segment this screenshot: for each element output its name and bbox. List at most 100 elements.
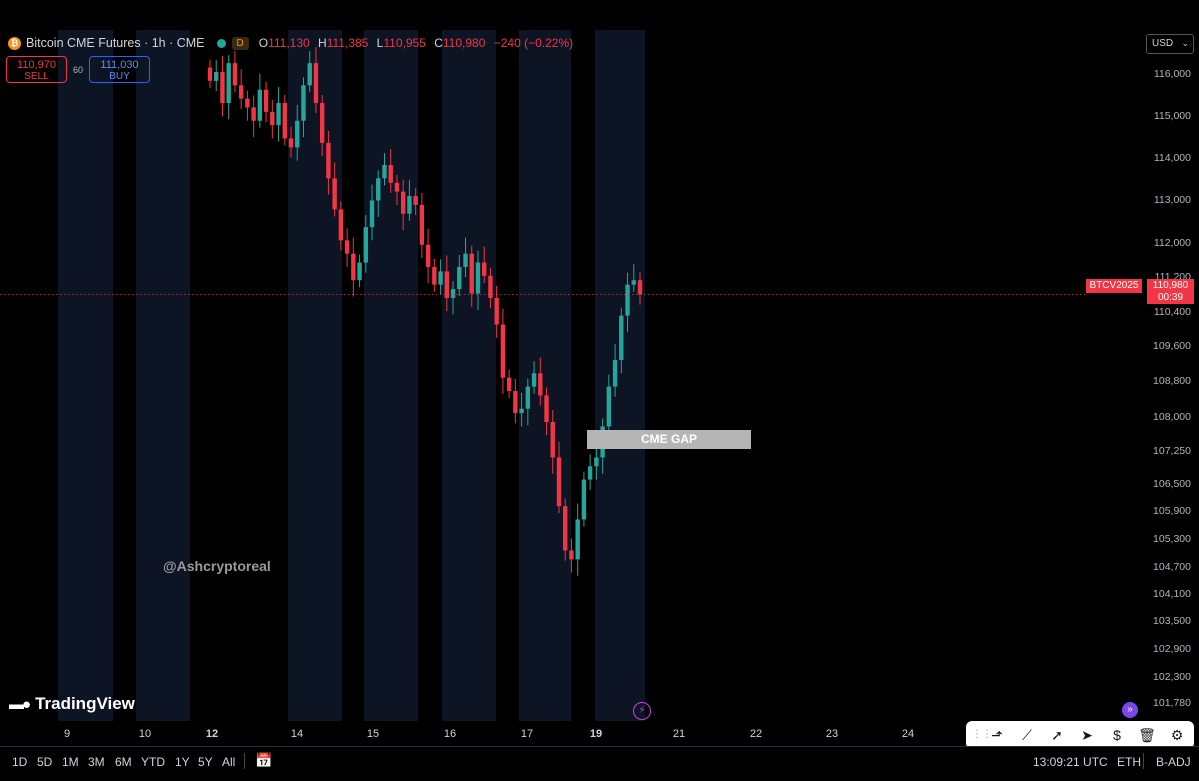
candle-body xyxy=(263,89,269,112)
range-5d[interactable]: 5D xyxy=(37,755,52,769)
x-tick-label: 17 xyxy=(521,728,533,740)
candle-body xyxy=(432,266,437,285)
y-tick-label: 106,500 xyxy=(1153,478,1191,490)
market-status-icon xyxy=(216,38,226,48)
candle-body xyxy=(400,191,406,214)
y-tick-label: 101,780 xyxy=(1153,697,1191,709)
range-6m[interactable]: 6M xyxy=(115,755,132,769)
x-tick-label: 21 xyxy=(673,728,685,740)
currency-select[interactable]: USD ⌄ xyxy=(1146,34,1194,54)
candle-body xyxy=(251,107,256,121)
candle-body xyxy=(425,244,431,267)
candle-body xyxy=(438,271,443,285)
trend-line-icon[interactable]: ⟋ xyxy=(1012,724,1042,746)
scroll-to-realtime-icon[interactable]: » xyxy=(1122,702,1138,718)
adjustment-toggle[interactable]: B-ADJ xyxy=(1156,755,1191,769)
bottom-toolbar: 1D 5D 1M 3M 6M YTD 1Y 5Y All 📅 13:09:21 … xyxy=(0,746,1199,781)
cme-gap-annotation[interactable]: CME GAP xyxy=(587,430,751,449)
candle-body xyxy=(257,89,263,121)
candle-body xyxy=(569,550,574,560)
candle-body xyxy=(369,200,375,228)
candle-body xyxy=(612,359,618,387)
session-band xyxy=(58,30,113,721)
sell-label: SELL xyxy=(24,71,49,82)
candle-body xyxy=(307,63,312,86)
candle-body xyxy=(594,457,599,467)
utc-clock[interactable]: 13:09:21 UTC xyxy=(1033,755,1108,769)
ohlc-values: O111,130 H111,385 L110,955 C110,980 −240… xyxy=(259,36,578,50)
price-chart[interactable]: 116,000115,000114,000113,000112,000111,2… xyxy=(0,0,1199,746)
tradingview-logo[interactable]: ▬● TradingView xyxy=(9,694,135,714)
candle-body xyxy=(357,262,362,281)
candle-body xyxy=(338,209,344,241)
candle-body xyxy=(245,98,250,108)
y-tick-label: 105,300 xyxy=(1153,533,1191,545)
candle-body xyxy=(351,253,356,281)
candle-body xyxy=(419,204,425,245)
calendar-icon[interactable]: 📅 xyxy=(255,752,272,768)
session-band xyxy=(519,30,571,721)
range-5y[interactable]: 5Y xyxy=(198,755,213,769)
pattern-tool-icon[interactable]: ⬏ xyxy=(982,724,1012,746)
symbol-title[interactable]: Bitcoin CME Futures · 1h · CME xyxy=(26,36,205,50)
y-tick-label: 102,900 xyxy=(1153,643,1191,655)
divider xyxy=(1143,753,1144,769)
chevron-down-icon: ⌄ xyxy=(1181,38,1189,48)
buy-button[interactable]: 111,030 BUY xyxy=(89,56,150,83)
candle-body xyxy=(469,253,474,294)
high-key: H xyxy=(318,36,327,50)
x-tick-label: 19 xyxy=(590,728,602,740)
x-tick-label: 14 xyxy=(291,728,303,740)
y-tick-label: 103,500 xyxy=(1153,615,1191,627)
high-value: 111,385 xyxy=(326,36,369,50)
y-tick-label: 108,800 xyxy=(1153,375,1191,387)
candle-body xyxy=(326,142,331,179)
sell-button[interactable]: 110,970 SELL xyxy=(6,56,67,83)
session-toggle[interactable]: ETH xyxy=(1117,755,1141,769)
cursor-icon[interactable]: ➤ xyxy=(1072,724,1102,746)
last-price-tag: 110,980 00:39 xyxy=(1147,279,1194,304)
range-3m[interactable]: 3M xyxy=(88,755,105,769)
symbol-price-tag: BTCV2025 xyxy=(1086,279,1142,293)
candle-body xyxy=(494,297,499,325)
chart-header: ₿ Bitcoin CME Futures · 1h · CME D O111,… xyxy=(8,36,578,50)
delayed-badge: D xyxy=(231,36,249,50)
range-1d[interactable]: 1D xyxy=(12,755,27,769)
candle-body xyxy=(506,377,512,391)
trash-icon[interactable]: 🗑 xyxy=(1132,724,1162,746)
range-1y[interactable]: 1Y xyxy=(175,755,190,769)
candle-body xyxy=(625,284,630,316)
author-watermark: @Ashcryptoreal xyxy=(163,558,271,574)
lightning-icon[interactable]: ⚡ xyxy=(633,702,651,720)
candle-body xyxy=(575,519,580,560)
y-tick-label: 104,100 xyxy=(1153,588,1191,600)
candle-body xyxy=(500,324,506,378)
settings-gear-icon[interactable]: ⚙ xyxy=(1162,724,1192,746)
last-price-value: 110,980 xyxy=(1152,280,1189,291)
range-all[interactable]: All xyxy=(222,755,235,769)
candle-body xyxy=(394,182,400,192)
candle-body xyxy=(232,63,238,86)
session-band xyxy=(595,30,645,721)
logo-text: TradingView xyxy=(35,694,135,713)
y-tick-label: 108,000 xyxy=(1153,411,1191,423)
candle-body xyxy=(407,196,412,214)
candle-body xyxy=(606,386,612,427)
open-key: O xyxy=(258,36,269,50)
x-tick-label: 16 xyxy=(444,728,456,740)
price-range-icon[interactable]: $ xyxy=(1102,724,1132,746)
range-1m[interactable]: 1M xyxy=(62,755,79,769)
candle-body xyxy=(525,386,531,409)
ray-tool-icon[interactable]: ➚ xyxy=(1042,724,1072,746)
candle-body xyxy=(319,103,325,143)
candle-body xyxy=(220,72,225,104)
x-tick-label: 24 xyxy=(902,728,914,740)
y-tick-label: 116,000 xyxy=(1154,68,1191,80)
y-tick-label: 115,000 xyxy=(1154,110,1191,122)
drag-handle-icon[interactable]: ⋮⋮ xyxy=(972,724,992,746)
quantity-field[interactable]: 60 xyxy=(73,65,83,75)
open-value: 111,130 xyxy=(268,36,310,50)
range-ytd[interactable]: YTD xyxy=(141,755,165,769)
candle-body xyxy=(482,262,487,276)
candle-body xyxy=(631,280,636,285)
